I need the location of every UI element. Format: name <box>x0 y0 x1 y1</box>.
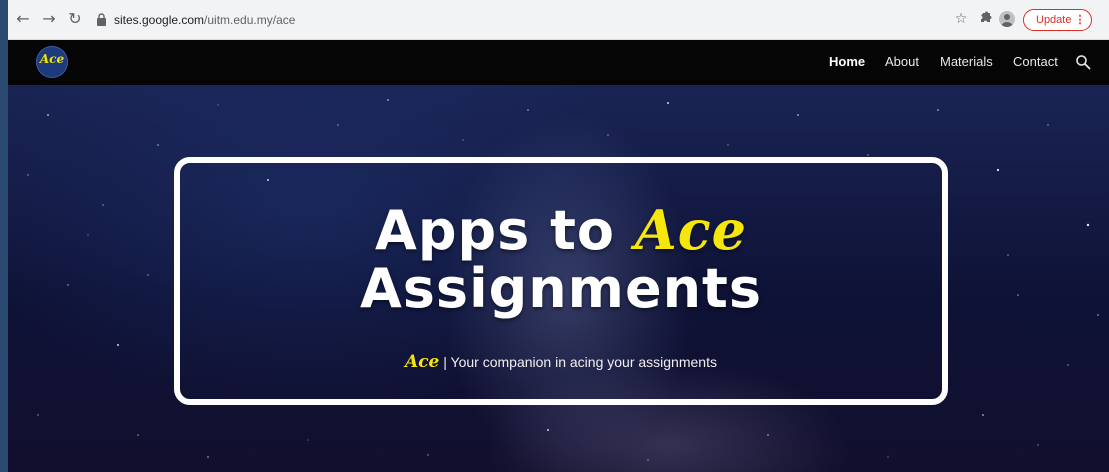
reload-icon[interactable]: ↻ <box>66 10 84 28</box>
url-path: /uitm.edu.my/ace <box>204 13 296 27</box>
url-text: sites.google.com/uitm.edu.my/ace <box>114 11 295 29</box>
lock-icon <box>97 13 106 26</box>
tagline-separator: | <box>439 354 451 370</box>
profile-avatar-icon[interactable] <box>999 11 1015 27</box>
url-host: sites.google.com <box>114 13 205 27</box>
nav-about-link[interactable]: About <box>885 54 919 69</box>
nav-materials-link[interactable]: Materials <box>940 54 993 69</box>
update-label: Update <box>1036 14 1072 26</box>
headline-part1: Apps to <box>375 199 635 262</box>
bookmark-star-icon[interactable]: ☆ <box>953 11 969 27</box>
nav-home-link[interactable]: Home <box>829 54 865 69</box>
site-nav-menu: Home About Materials Contact <box>829 40 1109 85</box>
browser-window: ← → ↻ sites.google.com/uitm.edu.my/ace ☆… <box>8 0 1109 472</box>
kebab-menu-icon[interactable]: ⋮ <box>1074 10 1085 30</box>
address-bar[interactable]: sites.google.com/uitm.edu.my/ace <box>96 11 956 29</box>
site-logo[interactable]: Ace <box>36 46 68 78</box>
browser-toolbar: ← → ↻ sites.google.com/uitm.edu.my/ace ☆… <box>8 0 1109 40</box>
hero-frame: Apps to Ace Assignments Ace | Your compa… <box>174 157 948 405</box>
nav-contact-link[interactable]: Contact <box>1013 54 1058 69</box>
site-header: Ace Home About Materials Contact <box>8 40 1109 85</box>
tagline-text: Your companion in acing your assignments <box>450 354 717 370</box>
hero-section: Apps to Ace Assignments Ace | Your compa… <box>8 85 1109 472</box>
site-logo-text: Ace <box>39 52 65 66</box>
extensions-puzzle-icon[interactable] <box>977 11 993 27</box>
forward-arrow-icon[interactable]: → <box>40 10 58 28</box>
headline-brand: Ace <box>634 198 747 262</box>
search-icon[interactable] <box>1075 54 1091 70</box>
headline-line2: Assignments <box>360 257 762 320</box>
back-arrow-icon[interactable]: ← <box>14 10 32 28</box>
tagline-brand: Ace <box>405 352 440 372</box>
update-button[interactable]: Update ⋮ <box>1023 9 1093 31</box>
hero-headline: Apps to Ace Assignments <box>180 201 942 318</box>
hero-tagline: Ace | Your companion in acing your assig… <box>180 353 942 371</box>
